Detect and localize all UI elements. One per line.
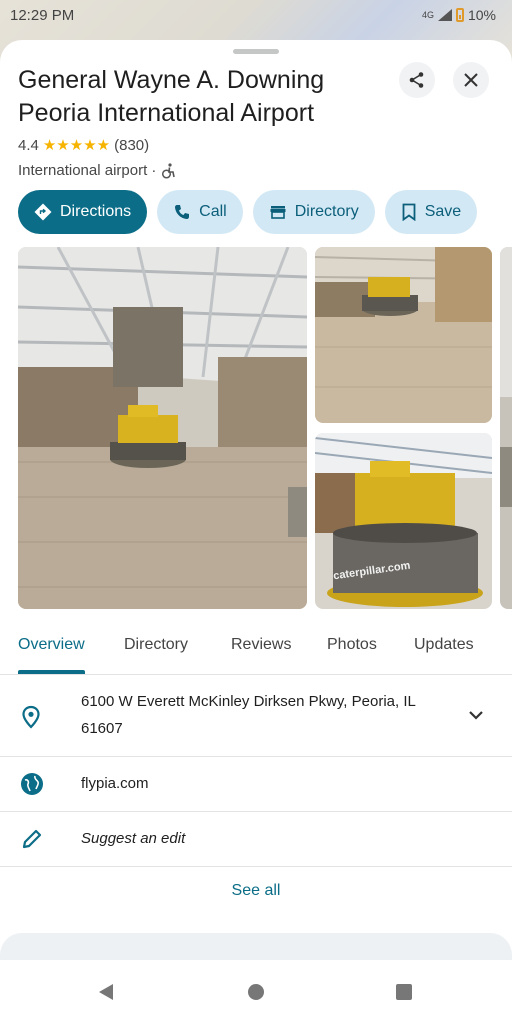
tab-directory[interactable]: Directory <box>124 636 188 654</box>
globe-icon <box>21 773 43 795</box>
terminal-hall-image <box>315 247 492 423</box>
battery-icon <box>455 8 464 22</box>
status-icons: 4G 10% <box>422 7 496 23</box>
close-button[interactable] <box>453 62 489 98</box>
location-pin-icon <box>22 705 40 729</box>
home-icon[interactable] <box>247 983 265 1001</box>
website-row[interactable]: flypia.com <box>0 756 512 812</box>
see-all-link[interactable]: See all <box>0 882 512 900</box>
place-category: International airport · <box>18 162 157 179</box>
caterpillar-display-image <box>315 433 492 609</box>
photo-top-right[interactable] <box>315 247 492 423</box>
photo-bottom-right[interactable]: caterpillar.com <box>315 433 492 609</box>
directory-label: Directory <box>294 203 359 220</box>
call-button[interactable]: Call <box>157 190 243 234</box>
save-label: Save <box>424 203 462 220</box>
battery-level: 10% <box>467 7 496 23</box>
tab-indicator <box>18 670 85 674</box>
call-label: Call <box>199 203 227 220</box>
terminal-interior-image <box>18 247 307 609</box>
ask-panel-peek[interactable] <box>0 933 512 960</box>
action-chips: Directions Call Directory Save <box>18 190 478 234</box>
address-line-2: 61607 <box>81 720 123 737</box>
phone-icon <box>175 205 190 219</box>
network-label: 4G <box>421 10 434 20</box>
category-row: International airport · <box>18 162 176 179</box>
reviews-count: (830) <box>114 136 150 154</box>
system-nav-bar <box>0 960 512 1024</box>
photo-gallery[interactable]: caterpillar.com <box>0 247 512 610</box>
place-title: General Wayne A. Downing Peoria Internat… <box>18 66 325 127</box>
directions-label: Directions <box>60 203 132 220</box>
tab-bar: Overview Directory Reviews Photos Update… <box>0 622 512 675</box>
photo-peek[interactable] <box>500 247 512 609</box>
edit-pencil-icon <box>22 829 42 849</box>
back-icon[interactable] <box>97 982 115 1002</box>
rating-stars: ★★★★★ <box>42 137 111 154</box>
suggest-edit-row[interactable]: Suggest an edit <box>0 811 512 867</box>
tab-updates[interactable]: Updates <box>414 636 474 654</box>
bookmark-icon <box>402 203 416 221</box>
website-link[interactable]: flypia.com <box>81 770 149 797</box>
signal-icon <box>437 9 452 21</box>
wheelchair-icon <box>162 162 176 179</box>
status-time: 12:29 PM <box>10 7 75 24</box>
tab-photos[interactable]: Photos <box>327 636 377 654</box>
rating-row[interactable]: 4.4 ★★★★★ (830) <box>18 136 150 155</box>
recents-icon[interactable] <box>395 983 413 1001</box>
address-row[interactable]: 6100 W Everett McKinley Dirksen Pkwy, Pe… <box>0 676 512 757</box>
address-line-1: 6100 W Everett McKinley Dirksen Pkwy, Pe… <box>81 693 416 710</box>
address-text: 6100 W Everett McKinley Dirksen Pkwy, Pe… <box>81 688 416 742</box>
save-button[interactable]: Save <box>384 190 478 234</box>
tab-reviews[interactable]: Reviews <box>231 636 291 654</box>
close-icon <box>464 73 478 87</box>
drag-handle[interactable] <box>233 49 279 54</box>
share-button[interactable] <box>399 62 435 98</box>
tab-overview[interactable]: Overview <box>18 636 85 654</box>
directions-icon <box>34 203 52 221</box>
place-sheet: General Wayne A. Downing Peoria Internat… <box>0 40 512 960</box>
photo-main[interactable] <box>18 247 307 609</box>
store-icon <box>270 206 286 219</box>
chevron-down-icon[interactable] <box>468 710 484 720</box>
directory-button[interactable]: Directory <box>252 190 375 234</box>
terminal-peek-image <box>500 247 512 609</box>
directions-button[interactable]: Directions <box>18 190 148 234</box>
share-icon <box>409 72 424 88</box>
rating-value: 4.4 <box>18 136 39 154</box>
suggest-edit-label: Suggest an edit <box>81 830 186 847</box>
status-bar: 12:29 PM 4G 10% <box>0 0 512 32</box>
